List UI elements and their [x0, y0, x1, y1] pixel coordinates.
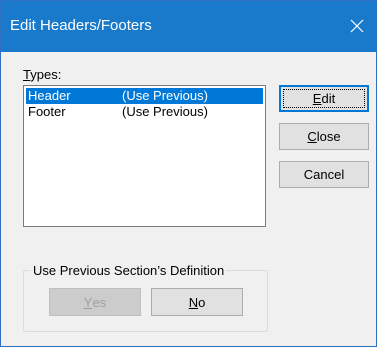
- no-button[interactable]: No: [151, 288, 243, 316]
- close-icon[interactable]: [344, 13, 370, 39]
- yes-button[interactable]: Yes: [49, 288, 141, 316]
- list-item-header[interactable]: Header (Use Previous): [26, 88, 263, 104]
- edit-button[interactable]: Edit: [279, 85, 369, 112]
- list-item-footer[interactable]: Footer (Use Previous): [26, 104, 263, 120]
- close-button[interactable]: Close: [279, 123, 369, 150]
- title-bar: Edit Headers/Footers: [1, 1, 376, 52]
- list-item-value: (Use Previous): [122, 88, 208, 103]
- edit-headers-footers-dialog: Edit Headers/Footers Types: Header (Use …: [0, 0, 377, 347]
- types-listbox[interactable]: Header (Use Previous) Footer (Use Previo…: [23, 85, 266, 227]
- types-label: Types:: [23, 67, 62, 82]
- group-label: Use Previous Section’s Definition: [31, 263, 227, 278]
- list-item-name: Header: [28, 88, 71, 103]
- dialog-title: Edit Headers/Footers: [10, 17, 152, 34]
- list-item-value: (Use Previous): [122, 104, 208, 119]
- cancel-button[interactable]: Cancel: [279, 161, 369, 188]
- list-item-name: Footer: [28, 104, 66, 119]
